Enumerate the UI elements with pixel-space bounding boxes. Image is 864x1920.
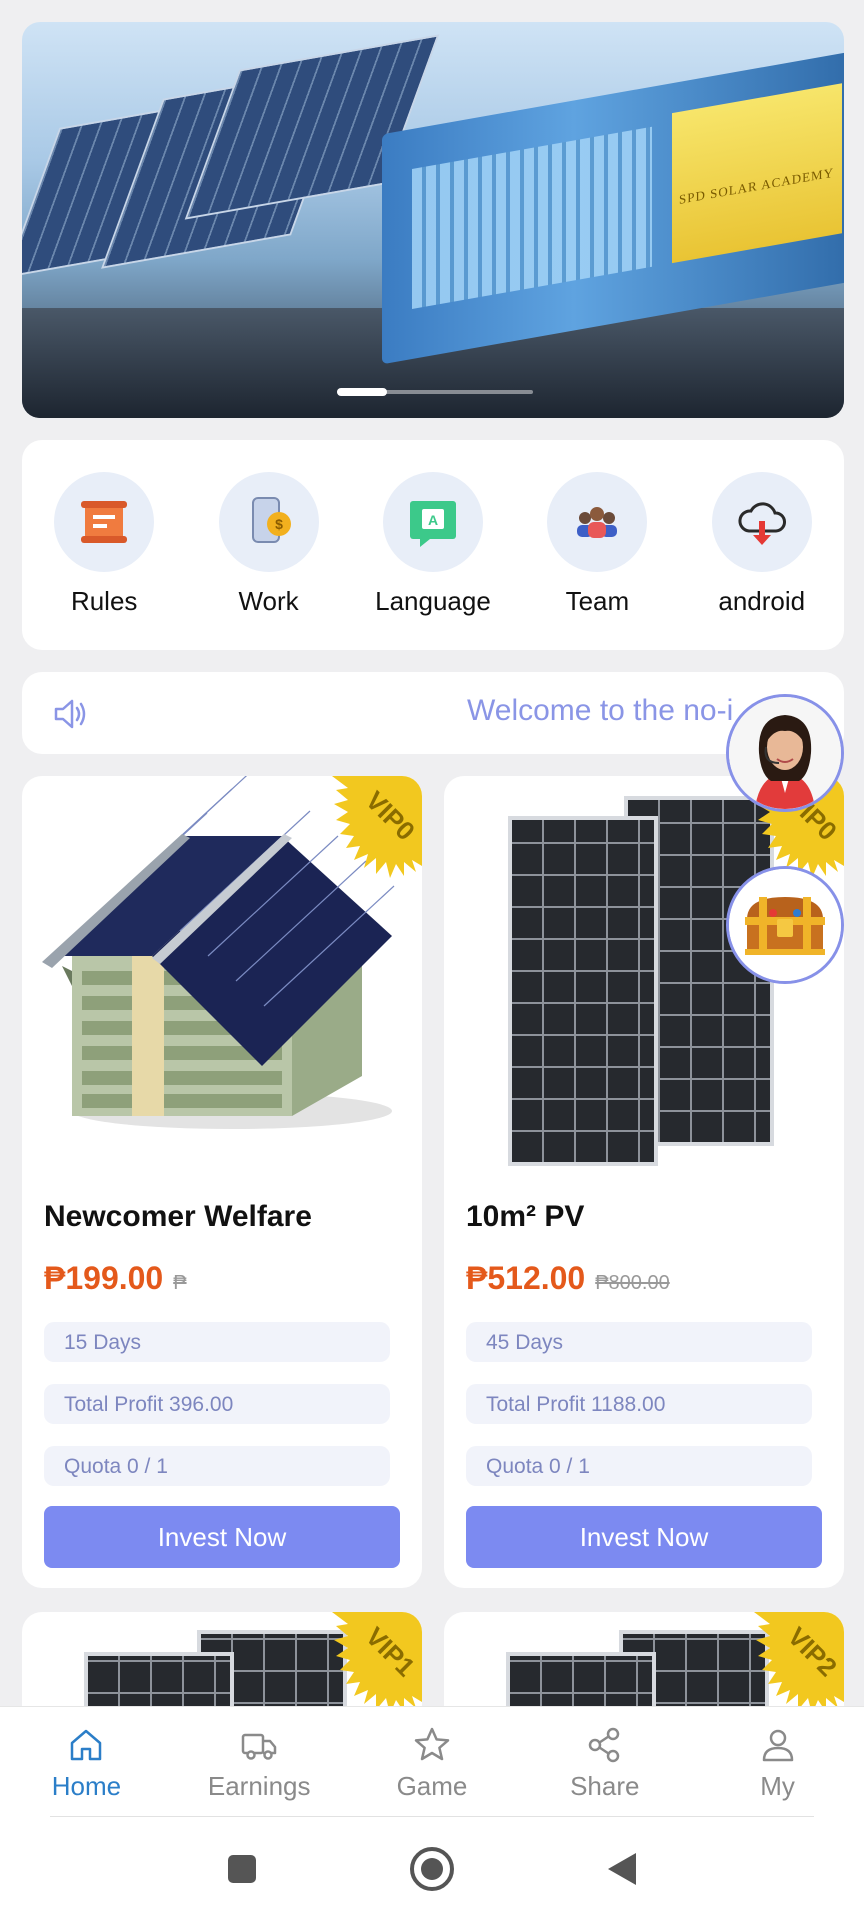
- team-icon: [547, 472, 648, 572]
- invest-now-button[interactable]: Invest Now: [466, 1506, 822, 1568]
- star-icon: [414, 1727, 450, 1761]
- quick-item-rules[interactable]: Rules: [29, 472, 179, 650]
- svg-text:$: $: [275, 516, 283, 532]
- circle-icon: [410, 1847, 454, 1891]
- back-button[interactable]: [596, 1843, 648, 1895]
- product-profit: Total Profit 396.00: [44, 1384, 390, 1424]
- recents-button[interactable]: [216, 1843, 268, 1895]
- customer-service-avatar[interactable]: [726, 694, 844, 812]
- product-title: 10m² PV: [466, 1200, 585, 1233]
- product-title: Newcomer Welfare: [44, 1200, 312, 1233]
- nav-earnings[interactable]: Earnings: [184, 1707, 334, 1818]
- hero-banner[interactable]: SPD SOLAR ACADEMY: [22, 22, 844, 418]
- quick-item-team[interactable]: Team: [522, 472, 672, 650]
- vip-badge: VIP0: [332, 776, 422, 878]
- product-days: 15 Days: [44, 1322, 390, 1362]
- nav-home[interactable]: Home: [11, 1707, 161, 1818]
- nav-label: Game: [396, 1771, 468, 1801]
- bottom-nav: Home Earnings Game Share My: [0, 1706, 864, 1818]
- product-days: 45 Days: [466, 1322, 812, 1362]
- cloud-download-icon: [711, 472, 812, 572]
- truck-icon: [241, 1733, 277, 1760]
- banner-pagination[interactable]: [337, 388, 533, 396]
- speaker-icon: [54, 699, 86, 729]
- phone-coin-icon: $: [218, 472, 319, 572]
- quick-item-label: Team: [565, 586, 630, 616]
- quick-item-android[interactable]: android: [687, 472, 837, 650]
- home-icon: [71, 1729, 102, 1761]
- nav-label: Share: [570, 1771, 640, 1801]
- quick-item-label: Work: [238, 586, 299, 616]
- square-icon: [228, 1855, 256, 1883]
- quick-item-label: Language: [375, 586, 491, 616]
- quick-menu: Rules $ Work A Language Team android: [22, 440, 844, 650]
- building-glass: [412, 126, 652, 310]
- scroll-icon: [54, 472, 155, 572]
- notice-text: Welcome to the no-i: [467, 694, 734, 727]
- share-icon: [588, 1727, 620, 1763]
- product-card[interactable]: VIP0 Newcomer Welfare ₱199.00 ₱ 15 Days T…: [22, 776, 422, 1588]
- current-price: ₱199.00: [44, 1260, 164, 1296]
- original-price: ₱800.00: [595, 1272, 670, 1294]
- quick-item-work[interactable]: $ Work: [194, 472, 344, 650]
- user-icon: [762, 1729, 793, 1762]
- product-price: ₱512.00 ₱800.00: [466, 1260, 670, 1297]
- pagination-active: [337, 388, 387, 396]
- notice-bar[interactable]: Welcome to the no-i: [22, 672, 844, 754]
- nav-game[interactable]: Game: [357, 1707, 507, 1818]
- home-system-button[interactable]: [406, 1843, 458, 1895]
- nav-share[interactable]: Share: [530, 1707, 680, 1818]
- product-quota: Quota 0 / 1: [44, 1446, 390, 1486]
- product-price: ₱199.00 ₱: [44, 1260, 187, 1297]
- nav-label: My: [760, 1771, 795, 1801]
- invest-now-button[interactable]: Invest Now: [44, 1506, 400, 1568]
- back-triangle-icon: [608, 1853, 636, 1885]
- original-price: ₱: [173, 1272, 187, 1294]
- product-quota: Quota 0 / 1: [466, 1446, 812, 1486]
- svg-text:A: A: [428, 512, 438, 528]
- quick-item-language[interactable]: A Language: [358, 472, 508, 650]
- system-nav-bar: [0, 1817, 864, 1920]
- treasure-chest-icon[interactable]: [726, 866, 844, 984]
- nav-label: Home: [51, 1771, 122, 1801]
- nav-label: Earnings: [207, 1771, 311, 1801]
- quick-item-label: Rules: [70, 586, 138, 616]
- solar-panel-front: [508, 816, 658, 1166]
- product-profit: Total Profit 1188.00: [466, 1384, 812, 1424]
- current-price: ₱512.00: [466, 1260, 586, 1296]
- language-icon: A: [382, 472, 483, 572]
- quick-item-label: android: [718, 586, 806, 616]
- nav-my[interactable]: My: [703, 1707, 853, 1818]
